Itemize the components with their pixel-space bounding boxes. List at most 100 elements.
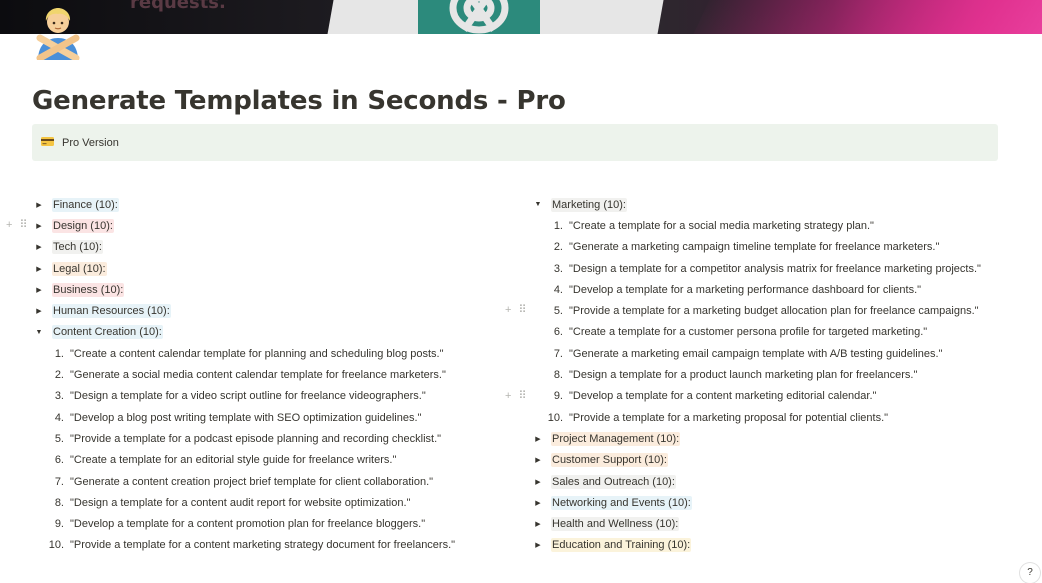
list-item-text[interactable]: "Provide a template for a marketing prop… [569, 412, 888, 424]
toggle-label: Content Creation (10): [52, 325, 163, 340]
toggle-sales-and-outreach[interactable]: ▶ Sales and Outreach (10): [531, 471, 1011, 492]
list-item-text[interactable]: "Develop a template for a content market… [569, 390, 876, 402]
list-item-text[interactable]: "Design a template for a competitor anal… [569, 263, 981, 275]
toggle-label: Finance (10): [52, 197, 119, 212]
toggle-project-management[interactable]: ▶ Project Management (10): [531, 428, 1011, 449]
toggle-label: Legal (10): [52, 261, 107, 276]
list-item-text[interactable]: "Provide a template for a podcast episod… [70, 433, 441, 445]
list-item-text[interactable]: "Develop a template for a content promot… [70, 518, 425, 530]
toggle-label: Health and Wellness (10): [551, 517, 680, 532]
list-number: 10. [547, 411, 563, 424]
toggle-business[interactable]: ▶ Business (10): [32, 279, 502, 300]
toggle-content-creation[interactable]: ▼ Content Creation (10): [32, 322, 502, 343]
list-item-text[interactable]: "Develop a template for a marketing perf… [569, 284, 921, 296]
triangle-right-icon[interactable]: ▶ [34, 222, 44, 230]
list-item-text[interactable]: "Generate a marketing campaign timeline … [569, 241, 939, 253]
list-number: 6. [54, 454, 64, 467]
list-item[interactable]: 8. "Design a template for a product laun… [531, 364, 1011, 385]
help-button[interactable]: ? [1020, 563, 1040, 583]
list-item[interactable]: 5. "Provide a template for a podcast epi… [32, 428, 502, 449]
toggle-label: Project Management (10): [551, 431, 681, 446]
list-number: 1. [54, 347, 64, 360]
triangle-right-icon[interactable]: ▶ [533, 456, 543, 464]
list-item[interactable]: 10. "Provide a template for a marketing … [531, 407, 1011, 428]
drag-handle-icon[interactable]: + ⠿ [505, 303, 529, 316]
list-item[interactable]: 7. "Generate a content creation project … [32, 471, 502, 492]
triangle-right-icon[interactable]: ▶ [34, 286, 44, 294]
list-item[interactable]: 4. "Develop a blog post writing template… [32, 407, 502, 428]
list-number: 4. [54, 411, 64, 424]
list-item-text[interactable]: "Create a template for a customer person… [569, 326, 927, 338]
toggle-design[interactable]: + ⠿ ▶ Design (10): [6, 215, 502, 236]
list-number: 7. [54, 475, 64, 488]
list-item[interactable]: 3. "Design a template for a competitor a… [531, 258, 1011, 279]
list-item[interactable]: 3. "Design a template for a video script… [32, 386, 502, 407]
triangle-right-icon[interactable]: ▶ [34, 307, 44, 315]
list-number: 5. [553, 305, 563, 318]
list-item-text[interactable]: "Generate a content creation project bri… [70, 476, 433, 488]
list-item-text[interactable]: "Provide a template for a marketing budg… [569, 305, 979, 317]
list-item-text[interactable]: "Design a template for a product launch … [569, 369, 917, 381]
toggle-label: Customer Support (10): [551, 453, 668, 468]
list-number: 8. [553, 369, 563, 382]
triangle-right-icon[interactable]: ▶ [533, 499, 543, 507]
list-item[interactable]: 1. "Create a content calendar template f… [32, 343, 502, 364]
triangle-right-icon[interactable]: ▶ [533, 541, 543, 549]
list-item[interactable]: 2. "Generate a marketing campaign timeli… [531, 237, 1011, 258]
list-item[interactable]: 4. "Develop a template for a marketing p… [531, 279, 1011, 300]
drag-handle-icon[interactable]: + ⠿ [6, 218, 30, 231]
list-number: 4. [553, 283, 563, 296]
list-item[interactable]: 10. "Provide a template for a content ma… [32, 535, 502, 556]
triangle-right-icon[interactable]: ▶ [34, 243, 44, 251]
list-item-text[interactable]: "Create a content calendar template for … [70, 348, 444, 360]
list-number: 8. [54, 496, 64, 509]
triangle-right-icon[interactable]: ▶ [533, 478, 543, 486]
toggle-label: Business (10): [52, 282, 125, 297]
triangle-down-icon[interactable]: ▼ [34, 329, 44, 336]
list-item[interactable]: 7. "Generate a marketing email campaign … [531, 343, 1011, 364]
toggle-marketing[interactable]: ▼ Marketing (10): [531, 194, 1011, 215]
list-item-text[interactable]: "Design a template for a video script ou… [70, 390, 426, 402]
triangle-down-icon[interactable]: ▼ [533, 201, 543, 208]
list-item-text[interactable]: "Create a template for a social media ma… [569, 220, 874, 232]
callout-block[interactable]: Pro Version [32, 124, 998, 161]
toggle-label: Sales and Outreach (10): [551, 474, 676, 489]
list-item[interactable]: 9. "Develop a template for a content pro… [32, 513, 502, 534]
list-item[interactable]: + ⠿ 9. "Develop a template for a content… [505, 386, 1011, 407]
cover-image: requests. [0, 0, 1042, 34]
toggle-finance[interactable]: ▶ Finance (10): [32, 194, 502, 215]
toggle-health-and-wellness[interactable]: ▶ Health and Wellness (10): [531, 513, 1011, 534]
list-item-text[interactable]: "Create a template for an editorial styl… [70, 454, 396, 466]
toggle-label: Marketing (10): [551, 197, 627, 212]
toggle-education-and-training[interactable]: ▶ Education and Training (10): [531, 535, 1011, 556]
toggle-legal[interactable]: ▶ Legal (10): [32, 258, 502, 279]
list-item[interactable]: 8. "Design a template for a content audi… [32, 492, 502, 513]
toggle-human-resources[interactable]: ▶ Human Resources (10): [32, 300, 502, 321]
list-number: 9. [553, 390, 563, 403]
list-item-text[interactable]: "Design a template for a content audit r… [70, 497, 410, 509]
triangle-right-icon[interactable]: ▶ [533, 520, 543, 528]
list-item[interactable]: 6. "Create a template for an editorial s… [32, 450, 502, 471]
list-number: 10. [48, 539, 64, 552]
triangle-right-icon[interactable]: ▶ [533, 435, 543, 443]
list-item-text[interactable]: "Develop a blog post writing template wi… [70, 412, 421, 424]
list-number: 7. [553, 347, 563, 360]
list-item-text[interactable]: "Generate a social media content calenda… [70, 369, 446, 381]
person-gesturing-no-icon[interactable] [32, 4, 84, 62]
drag-handle-icon[interactable]: + ⠿ [505, 389, 529, 402]
list-item[interactable]: + ⠿ 5. "Provide a template for a marketi… [505, 300, 1011, 321]
page-title[interactable]: Generate Templates in Seconds - Pro [32, 86, 566, 116]
callout-text: Pro Version [62, 136, 119, 149]
list-item-text[interactable]: "Generate a marketing email campaign tem… [569, 348, 942, 360]
triangle-right-icon[interactable]: ▶ [34, 265, 44, 273]
triangle-right-icon[interactable]: ▶ [34, 201, 44, 209]
toggle-tech[interactable]: ▶ Tech (10): [32, 237, 502, 258]
list-item[interactable]: 1. "Create a template for a social media… [531, 215, 1011, 236]
list-item[interactable]: 6. "Create a template for a customer per… [531, 322, 1011, 343]
list-item-text[interactable]: "Provide a template for a content market… [70, 539, 455, 551]
toggle-networking-and-events[interactable]: ▶ Networking and Events (10): [531, 492, 1011, 513]
list-number: 5. [54, 432, 64, 445]
toggle-customer-support[interactable]: ▶ Customer Support (10): [531, 450, 1011, 471]
list-item[interactable]: 2. "Generate a social media content cale… [32, 364, 502, 385]
list-number: 3. [553, 262, 563, 275]
